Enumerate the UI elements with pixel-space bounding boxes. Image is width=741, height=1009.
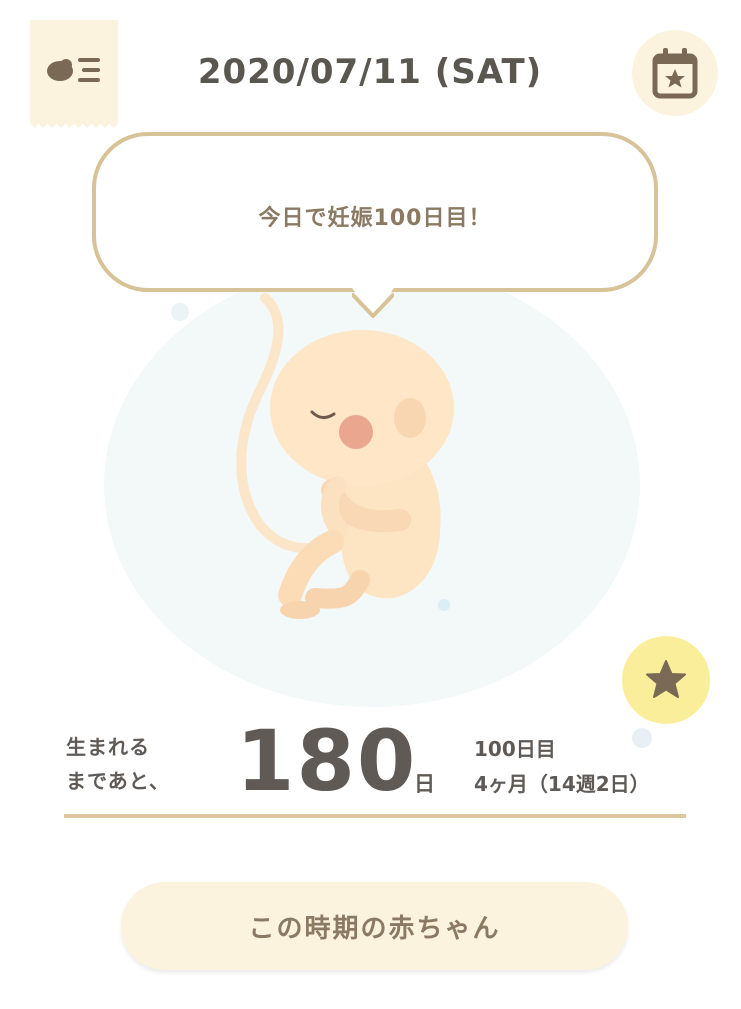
remaining-label: 生まれる まであと、 bbox=[66, 730, 170, 798]
calendar-button[interactable] bbox=[632, 30, 718, 116]
speech-bubble: 今日で妊娠100日目！ bbox=[92, 132, 658, 292]
baby-list-menu-icon bbox=[47, 58, 100, 82]
menu-tab[interactable] bbox=[30, 20, 118, 128]
bubble-tail bbox=[352, 288, 394, 318]
star-icon bbox=[646, 660, 686, 698]
days-remaining: 180 bbox=[236, 712, 418, 810]
pregnancy-day: 100日目 bbox=[474, 737, 556, 761]
pregnancy-month-week: 4ヶ月（14週2日） bbox=[474, 772, 650, 796]
divider bbox=[64, 814, 686, 818]
decor-dot bbox=[632, 728, 652, 748]
calendar-star-icon bbox=[652, 48, 698, 99]
fetus-illustration bbox=[104, 280, 640, 707]
days-unit: 日 bbox=[414, 772, 435, 796]
page-title: 2020/07/11 (SAT) bbox=[197, 52, 543, 92]
bubble-message: 今日で妊娠100日目！ bbox=[258, 206, 492, 231]
remaining-label-line1: 生まれる bbox=[66, 735, 150, 759]
remaining-label-line2: まであと、 bbox=[66, 769, 170, 793]
baby-info-button[interactable]: この時期の赤ちゃん bbox=[121, 882, 628, 970]
